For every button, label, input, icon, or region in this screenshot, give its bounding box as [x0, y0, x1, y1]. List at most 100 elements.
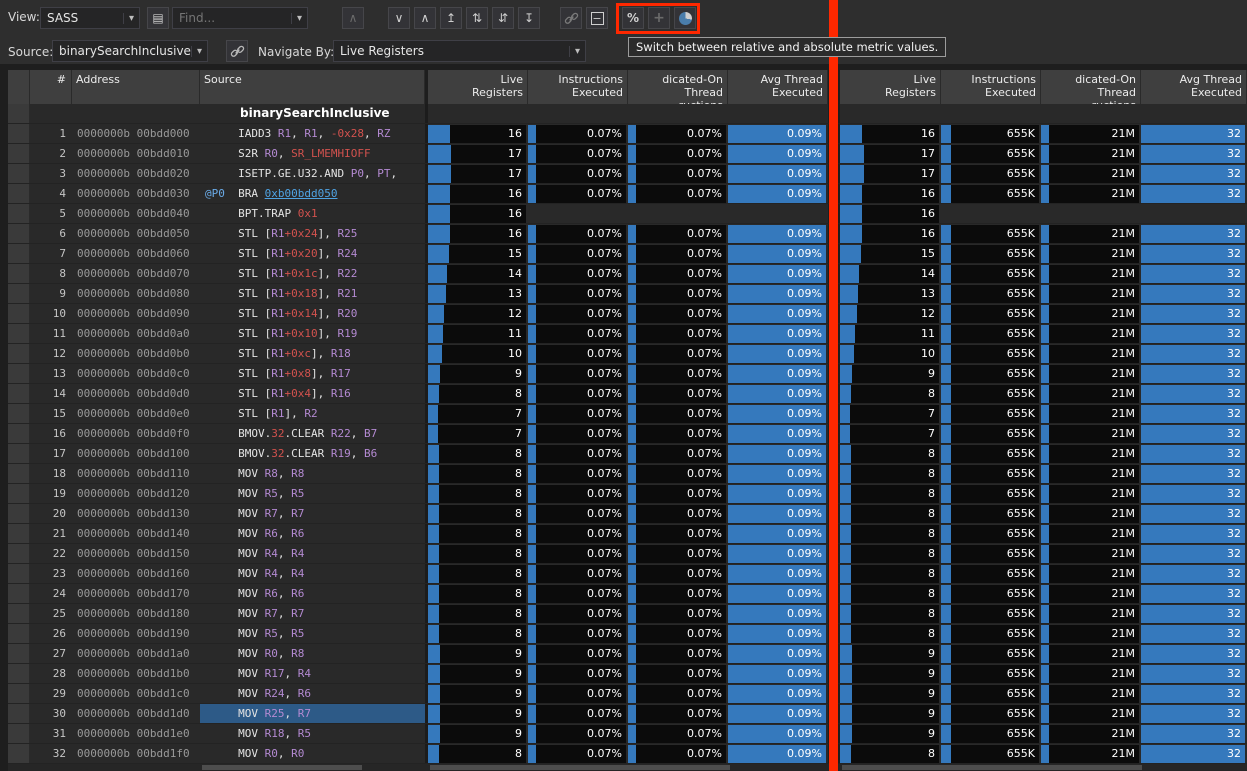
- source-dropdown[interactable]: binarySearchInclusive ▾: [52, 40, 208, 62]
- source-cell[interactable]: MOV R5, R5: [200, 484, 425, 503]
- row-gutter[interactable]: [8, 344, 30, 363]
- metric-instructions-executed[interactable]: 0.07%: [528, 584, 628, 603]
- row-gutter[interactable]: [8, 604, 30, 623]
- metric-live-registers-abs[interactable]: 15: [840, 244, 941, 263]
- metric-avg-thread-executed-abs[interactable]: 32: [1141, 264, 1247, 283]
- metric-live-registers[interactable]: 16: [428, 124, 528, 143]
- header-instructions-executed[interactable]: InstructionsExecuted: [528, 70, 628, 104]
- metric-instructions-executed[interactable]: 0.07%: [528, 184, 628, 203]
- source-cell[interactable]: MOV R18, R5: [200, 724, 425, 743]
- metric-live-registers[interactable]: 8: [428, 504, 528, 523]
- metric-cell[interactable]: [941, 104, 1041, 123]
- metric-instructions-executed-abs[interactable]: 655K: [941, 424, 1041, 443]
- metric-live-registers-abs[interactable]: 16: [840, 184, 941, 203]
- metric-instructions-executed[interactable]: 0.07%: [528, 384, 628, 403]
- source-cell[interactable]: STL [R1+0x1c], R22: [200, 264, 425, 283]
- metric-predicated-executed[interactable]: 0.07%: [628, 144, 728, 163]
- metric-avg-thread-executed[interactable]: 0.09%: [728, 464, 828, 483]
- metric-instructions-executed-abs[interactable]: 655K: [941, 344, 1041, 363]
- metric-predicated-executed-abs[interactable]: 21M: [1041, 524, 1141, 543]
- metric-instructions-executed[interactable]: 0.07%: [528, 604, 628, 623]
- metric-predicated-executed-abs[interactable]: 21M: [1041, 384, 1141, 403]
- metric-instructions-executed-abs[interactable]: 655K: [941, 704, 1041, 723]
- table-row[interactable]: 250000000b 00bdd180 MOV R7, R780.07%0.07…: [8, 604, 1247, 624]
- metric-live-registers[interactable]: 8: [428, 744, 528, 763]
- metric-live-registers-abs[interactable]: 8: [840, 484, 941, 503]
- metric-live-registers-abs[interactable]: 8: [840, 524, 941, 543]
- metric-instructions-executed-abs[interactable]: 655K: [941, 624, 1041, 643]
- row-gutter[interactable]: [8, 644, 30, 663]
- metric-avg-thread-executed-abs[interactable]: 32: [1141, 304, 1247, 323]
- find-box[interactable]: ▾: [172, 7, 308, 29]
- metric-instructions-executed-abs[interactable]: 655K: [941, 724, 1041, 743]
- metric-live-registers-abs[interactable]: 17: [840, 164, 941, 183]
- header-address[interactable]: Address: [72, 70, 200, 104]
- metric-predicated-executed-abs[interactable]: 21M: [1041, 324, 1141, 343]
- metric-predicated-executed-abs[interactable]: 21M: [1041, 544, 1141, 563]
- source-cell[interactable]: STL [R1+0x18], R21: [200, 284, 425, 303]
- metric-live-registers[interactable]: 13: [428, 284, 528, 303]
- metric-instructions-executed-abs[interactable]: 655K: [941, 244, 1041, 263]
- metric-live-registers-abs[interactable]: 9: [840, 364, 941, 383]
- row-gutter[interactable]: [8, 404, 30, 423]
- metric-avg-thread-executed[interactable]: 0.09%: [728, 504, 828, 523]
- metric-avg-thread-executed[interactable]: 0.09%: [728, 184, 828, 203]
- metric-live-registers-abs[interactable]: 14: [840, 264, 941, 283]
- metric-avg-thread-executed[interactable]: 0.09%: [728, 664, 828, 683]
- row-gutter[interactable]: [8, 444, 30, 463]
- source-cell[interactable]: MOV R8, R8: [200, 464, 425, 483]
- metric-avg-thread-executed-abs[interactable]: 32: [1141, 684, 1247, 703]
- metric-live-registers-abs[interactable]: 8: [840, 564, 941, 583]
- source-cell[interactable]: MOV R25, R7: [200, 704, 425, 723]
- metric-instructions-executed[interactable]: 0.07%: [528, 364, 628, 383]
- source-cell[interactable]: BMOV.32.CLEAR R22, B7: [200, 424, 425, 443]
- source-cell[interactable]: MOV R5, R5: [200, 624, 425, 643]
- metric-live-registers-abs[interactable]: 11: [840, 324, 941, 343]
- metric-predicated-executed[interactable]: 0.07%: [628, 444, 728, 463]
- header-predicated-executed[interactable]: dicated-On Threadructions Executed: [628, 70, 728, 104]
- metric-avg-thread-executed[interactable]: 0.09%: [728, 284, 828, 303]
- metric-live-registers-abs[interactable]: 8: [840, 384, 941, 403]
- metric-instructions-executed-abs[interactable]: 655K: [941, 324, 1041, 343]
- metric-instructions-executed[interactable]: 0.07%: [528, 744, 628, 763]
- link-source-button[interactable]: [226, 40, 248, 62]
- row-gutter[interactable]: [8, 124, 30, 143]
- metric-live-registers[interactable]: 15: [428, 244, 528, 263]
- metric-avg-thread-executed[interactable]: 0.09%: [728, 244, 828, 263]
- row-gutter[interactable]: [8, 364, 30, 383]
- metric-predicated-executed-abs[interactable]: 21M: [1041, 564, 1141, 583]
- header-avg-thread-executed-abs[interactable]: Avg ThreadExecuted: [1141, 70, 1247, 104]
- report-page-button[interactable]: ▤: [147, 7, 169, 29]
- metric-avg-thread-executed-abs[interactable]: 32: [1141, 444, 1247, 463]
- metric-live-registers-abs[interactable]: 16: [840, 204, 941, 223]
- metric-live-registers-abs[interactable]: 8: [840, 604, 941, 623]
- metric-avg-thread-executed-abs[interactable]: 32: [1141, 364, 1247, 383]
- metric-instructions-executed-abs[interactable]: 655K: [941, 384, 1041, 403]
- metric-live-registers[interactable]: 9: [428, 704, 528, 723]
- metric-instructions-executed[interactable]: 0.07%: [528, 464, 628, 483]
- nav-button-1[interactable]: ∧: [414, 7, 436, 29]
- header-instructions-executed-abs[interactable]: InstructionsExecuted: [941, 70, 1041, 104]
- metric-live-registers[interactable]: 9: [428, 644, 528, 663]
- source-cell[interactable]: MOV R4, R4: [200, 564, 425, 583]
- source-cell[interactable]: STL [R1+0x24], R25: [200, 224, 425, 243]
- metric-live-registers[interactable]: 10: [428, 344, 528, 363]
- collapse-button[interactable]: −: [586, 7, 608, 29]
- absolute-values-button[interactable]: +: [648, 7, 670, 29]
- source-cell[interactable]: MOV R6, R6: [200, 584, 425, 603]
- metric-predicated-executed[interactable]: 0.07%: [628, 364, 728, 383]
- find-dropdown-icon[interactable]: ▾: [291, 13, 307, 24]
- source-cell[interactable]: STL [R1+0x20], R24: [200, 244, 425, 263]
- table-row[interactable]: 280000000b 00bdd1b0 MOV R17, R490.07%0.0…: [8, 664, 1247, 684]
- row-gutter[interactable]: [8, 384, 30, 403]
- metric-predicated-executed-abs[interactable]: 21M: [1041, 444, 1141, 463]
- table-row[interactable]: 180000000b 00bdd110 MOV R8, R880.07%0.07…: [8, 464, 1247, 484]
- metric-instructions-executed[interactable]: [528, 204, 628, 223]
- metric-predicated-executed-abs[interactable]: [1041, 204, 1141, 223]
- metric-live-registers-abs[interactable]: 12: [840, 304, 941, 323]
- metric-instructions-executed[interactable]: 0.07%: [528, 244, 628, 263]
- metric-live-registers[interactable]: 16: [428, 184, 528, 203]
- metric-avg-thread-executed[interactable]: 0.09%: [728, 164, 828, 183]
- row-gutter[interactable]: [8, 684, 30, 703]
- source-cell[interactable]: ISETP.GE.U32.AND P0, PT,: [200, 164, 425, 183]
